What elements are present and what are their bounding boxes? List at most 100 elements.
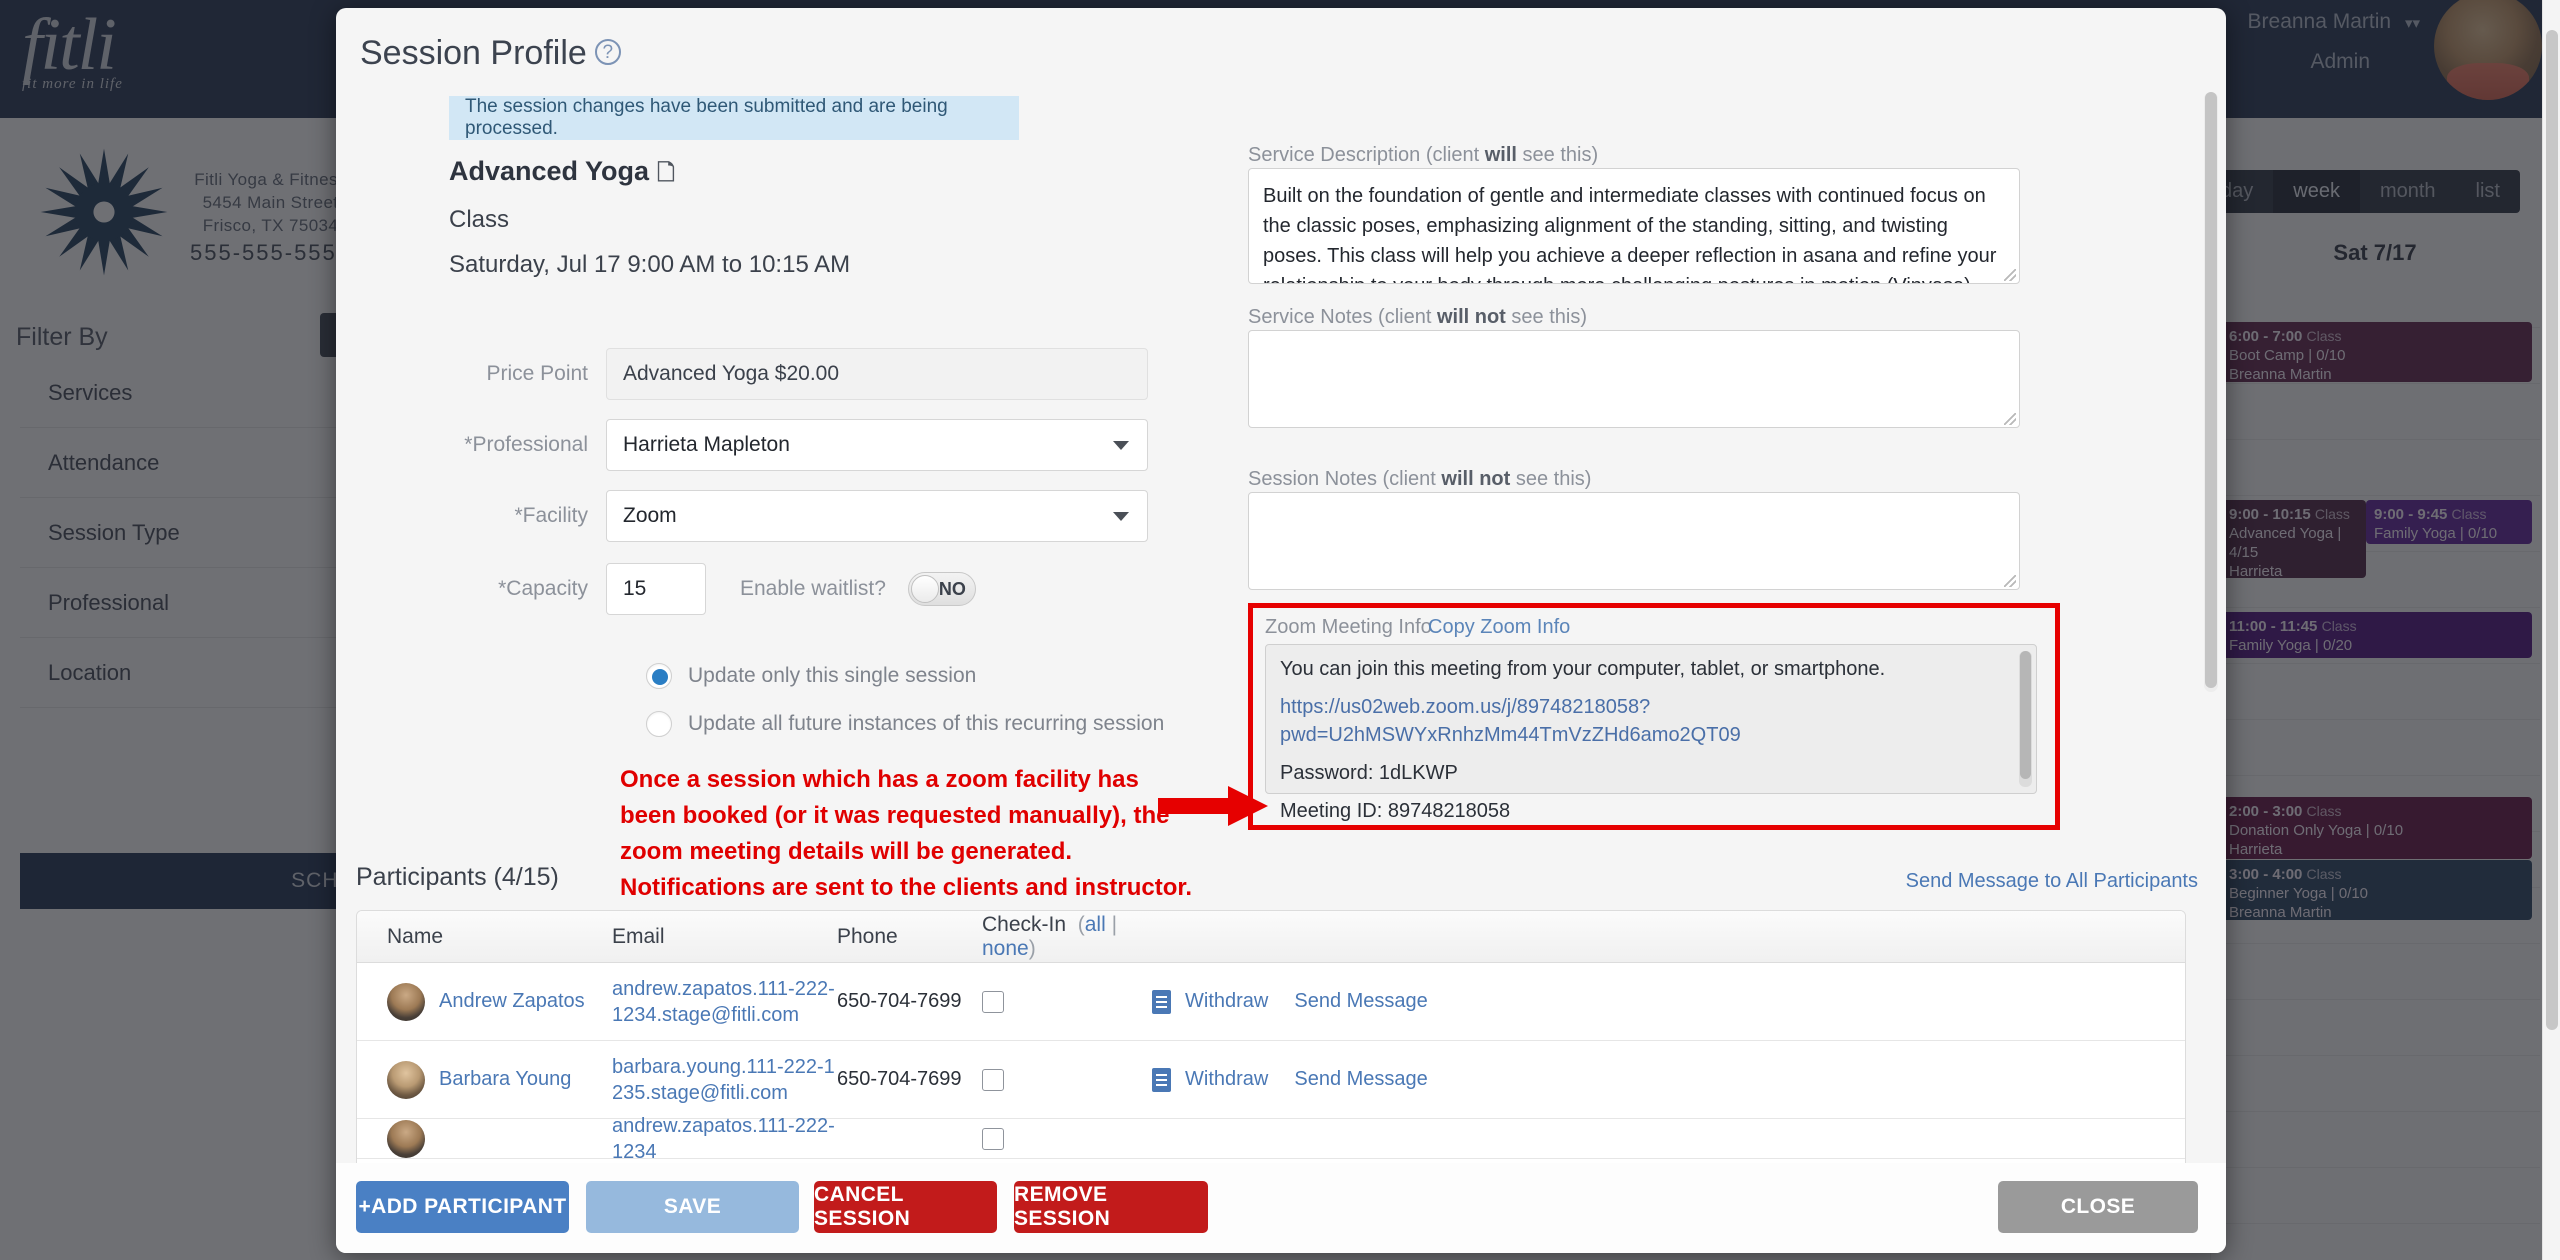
resize-grip-icon[interactable] xyxy=(2004,413,2016,425)
participant-checkin-cell xyxy=(982,1068,1152,1091)
update-single-session-label: Update only this single session xyxy=(688,664,977,687)
professional-select[interactable]: Harrieta Mapleton xyxy=(606,419,1148,471)
zoom-box-scrollbar-thumb[interactable] xyxy=(2020,651,2031,779)
update-all-future-label: Update all future instances of this recu… xyxy=(688,712,1165,735)
service-description-label-post: see this) xyxy=(1516,144,1599,166)
help-icon[interactable]: ? xyxy=(594,39,621,65)
waitlist-label: Enable waitlist? xyxy=(740,577,886,600)
participant-checkin-cell xyxy=(982,990,1152,1013)
service-notes-label-bold: will not xyxy=(1436,306,1506,328)
service-name-text: Advanced Yoga xyxy=(449,156,650,186)
table-row[interactable]: andrew.zapatos.111-222-1234 xyxy=(357,1115,2185,1163)
price-point-row: Price Point Advanced Yoga $20.00 xyxy=(416,348,1148,400)
radio-icon[interactable] xyxy=(646,663,672,689)
participant-name-link[interactable]: Andrew Zapatos xyxy=(439,990,585,1013)
service-notes-label-pre: Service Notes (client xyxy=(1248,306,1437,328)
zoom-join-url[interactable]: https://us02web.zoom.us/j/89748218058?pw… xyxy=(1280,696,1741,746)
resize-grip-icon[interactable] xyxy=(2004,269,2016,281)
session-profile-dialog: Session Profile? The session changes hav… xyxy=(336,8,2226,1253)
checkin-separator: | xyxy=(1111,912,1118,936)
send-message-link[interactable]: Send Message xyxy=(1294,1068,1427,1091)
facility-select[interactable]: Zoom xyxy=(606,490,1148,542)
waitlist-toggle[interactable]: NO xyxy=(907,572,976,606)
waitlist-toggle-state: NO xyxy=(938,578,966,599)
send-message-link[interactable]: Send Message xyxy=(1294,990,1427,1013)
price-point-label: Price Point xyxy=(486,362,588,385)
participant-email-link[interactable]: andrew.zapatos.111-222-1234 xyxy=(612,1113,837,1165)
save-button[interactable]: SAVE xyxy=(586,1181,799,1233)
participant-email-link[interactable]: andrew.zapatos.111-222-1234.stage@fitli.… xyxy=(612,976,837,1028)
withdraw-link[interactable]: Withdraw xyxy=(1185,1068,1268,1091)
session-notes-label-pre: Session Notes (client xyxy=(1248,468,1442,490)
checkin-paren-close: ) xyxy=(1028,936,1036,960)
page-scrollbar-thumb[interactable] xyxy=(2546,30,2558,1030)
professional-row: *Professional Harrieta Mapleton xyxy=(416,419,1148,471)
participant-email-link[interactable]: barbara.young.111-222-1235.stage@fitli.c… xyxy=(612,1054,837,1106)
dialog-scrollbar-thumb[interactable] xyxy=(2205,92,2217,688)
dialog-scrollbar[interactable] xyxy=(2204,92,2218,692)
update-single-session-radio[interactable]: Update only this single session xyxy=(646,663,976,689)
radio-icon[interactable] xyxy=(646,711,672,737)
participant-phone: 650-704-7699 xyxy=(837,990,962,1012)
table-row[interactable]: Andrew Zapatos andrew.zapatos.111-222-12… xyxy=(357,963,2185,1041)
professional-label: *Professional xyxy=(464,433,588,456)
annotation-text: Once a session which has a zoom facility… xyxy=(620,766,1193,901)
checkin-checkbox[interactable] xyxy=(982,990,1004,1013)
avatar xyxy=(387,1119,425,1158)
remove-session-button[interactable]: REMOVE SESSION xyxy=(1014,1181,1208,1233)
service-description-label-bold: will xyxy=(1484,144,1517,166)
zoom-join-line: You can join this meeting from your comp… xyxy=(1280,658,1886,680)
copy-zoom-info-link[interactable]: Copy Zoom Info xyxy=(1428,616,1570,639)
withdraw-link[interactable]: Withdraw xyxy=(1185,990,1268,1013)
page-scrollbar[interactable] xyxy=(2542,0,2560,1260)
service-name-heading: Advanced Yoga 🗋 xyxy=(449,156,675,194)
table-row[interactable]: Barbara Young barbara.young.111-222-1235… xyxy=(357,1041,2185,1119)
service-notes-label: Service Notes (client will not see this) xyxy=(1248,306,1587,329)
document-icon[interactable] xyxy=(1152,989,1171,1014)
checkin-checkbox[interactable] xyxy=(982,1068,1004,1091)
participant-name-cell: Andrew Zapatos xyxy=(357,982,612,1021)
service-description-textarea[interactable]: Built on the foundation of gentle and in… xyxy=(1248,168,2020,284)
session-notes-textarea[interactable] xyxy=(1248,492,2020,590)
table-header-row: Name Email Phone Check-In (all | none) xyxy=(357,911,2185,963)
facility-row: *Facility Zoom xyxy=(416,490,1148,542)
service-notes-textarea[interactable] xyxy=(1248,330,2020,428)
session-notes-label-bold: will not xyxy=(1441,468,1511,490)
resize-grip-icon[interactable] xyxy=(2004,575,2016,587)
column-header-checkin: Check-In (all | none) xyxy=(982,913,1152,961)
document-icon[interactable] xyxy=(1152,1067,1171,1092)
checkin-all-link[interactable]: all xyxy=(1085,913,1106,936)
copy-icon[interactable]: 🗋 xyxy=(657,156,675,194)
capacity-input[interactable]: 15 xyxy=(606,563,706,615)
close-button[interactable]: CLOSE xyxy=(1998,1181,2198,1233)
participant-checkin-cell xyxy=(982,1127,1152,1150)
column-header-name: Name xyxy=(387,924,444,948)
column-header-email: Email xyxy=(612,924,665,948)
annotation-arrow-icon xyxy=(1158,786,1268,826)
column-header-phone: Phone xyxy=(837,924,898,948)
zoom-box-scrollbar[interactable] xyxy=(2019,651,2032,787)
participant-actions-cell: Withdraw Send Message xyxy=(1152,1067,2185,1092)
zoom-meeting-info-label: Zoom Meeting Info xyxy=(1265,616,1432,638)
capacity-row: *Capacity 15 Enable waitlist? NO xyxy=(416,563,976,615)
session-type-text: Class xyxy=(449,206,510,233)
checkin-none-link[interactable]: none xyxy=(982,937,1029,960)
service-description-value: Built on the foundation of gentle and in… xyxy=(1263,185,1997,283)
service-description-label-pre: Service Description (client xyxy=(1248,144,1485,166)
send-message-all-link[interactable]: Send Message to All Participants xyxy=(1906,870,2198,893)
add-participant-button[interactable]: +ADD PARTICIPANT xyxy=(356,1181,569,1233)
service-description-label: Service Description (client will see thi… xyxy=(1248,144,1598,167)
zoom-meeting-id: Meeting ID: 89748218058 xyxy=(1280,800,1511,822)
cancel-session-button[interactable]: CANCEL SESSION xyxy=(814,1181,997,1233)
toggle-knob xyxy=(910,575,939,603)
participant-name-link[interactable]: Barbara Young xyxy=(439,1068,571,1091)
participant-phone: 650-704-7699 xyxy=(837,1068,962,1090)
checkin-paren-open: ( xyxy=(1077,912,1085,936)
checkin-checkbox[interactable] xyxy=(982,1127,1004,1150)
update-all-future-radio[interactable]: Update all future instances of this recu… xyxy=(646,711,1164,737)
participant-actions-cell: Withdraw Send Message xyxy=(1152,989,2185,1014)
service-notes-label-post: see this) xyxy=(1505,306,1588,328)
zoom-meeting-info-highlight: Zoom Meeting Info Copy Zoom Info You can… xyxy=(1248,603,2060,830)
dialog-footer: +ADD PARTICIPANT SAVE CANCEL SESSION REM… xyxy=(336,1163,2226,1253)
zoom-meeting-info-box[interactable]: You can join this meeting from your comp… xyxy=(1265,644,2037,822)
